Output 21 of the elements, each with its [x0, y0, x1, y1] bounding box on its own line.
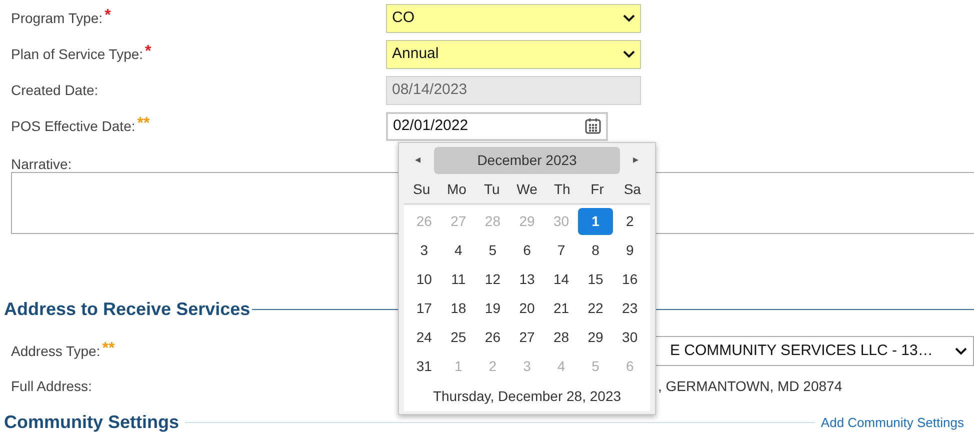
required-mark: *	[145, 44, 152, 60]
weekday-header: Sa	[622, 180, 642, 199]
address-text: , GERMANTOWN, MD 20874	[658, 376, 842, 396]
weekday-header: Mo	[446, 180, 468, 199]
field-label: Program Type:	[11, 8, 103, 28]
required-mark: **	[137, 116, 150, 132]
required-mark: **	[102, 340, 115, 356]
weekday-header: Su	[412, 180, 432, 199]
field-label: Full Address:	[11, 378, 92, 394]
field-label: POS Effective Date:	[11, 116, 136, 136]
field-label: Narrative:	[11, 156, 72, 172]
section-heading: Address to Receive Services	[4, 298, 250, 321]
required-mark: *	[104, 8, 111, 24]
weekday-header: Th	[552, 180, 572, 199]
field-label: Plan of Service Type:	[11, 44, 144, 64]
weekday-header: We	[516, 180, 538, 199]
field-label: Address Type:	[11, 342, 100, 361]
section-heading: Community Settings	[4, 411, 180, 434]
weekday-header: Tu	[482, 180, 501, 199]
field-label: Created Date:	[11, 80, 98, 100]
weekday-header: Fr	[590, 180, 605, 199]
